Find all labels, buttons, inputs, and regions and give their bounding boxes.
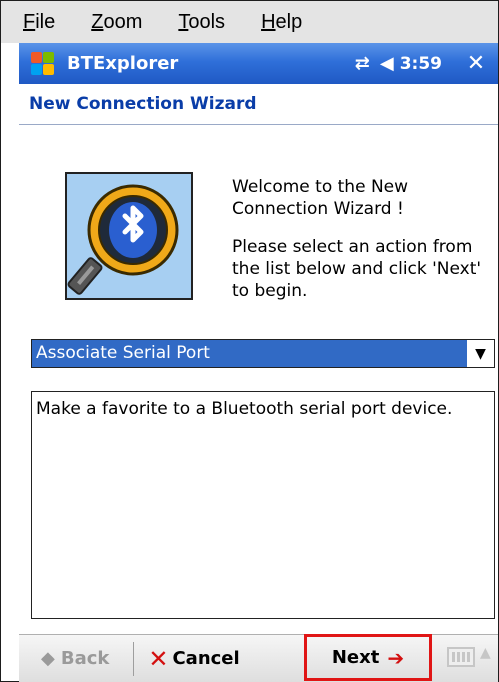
wizard-header: New Connection Wizard — [19, 84, 498, 125]
cancel-label: Cancel — [172, 648, 240, 669]
menu-file[interactable]: File — [17, 9, 61, 36]
volume-icon[interactable]: ◀ — [380, 53, 394, 74]
dropdown-selected-value[interactable]: Associate Serial Port — [32, 340, 467, 367]
bottom-toolbar: ◆ Back ✕ Cancel Next ➔ ▲ — [19, 634, 498, 682]
menu-help[interactable]: Help — [255, 9, 308, 36]
clock[interactable]: 3:59 — [400, 54, 442, 74]
wizard-content: New Connection Wizard Welcome to the New… — [19, 84, 498, 634]
instructions-text: Please select an action from the list be… — [232, 237, 482, 301]
arrow-right-icon: ➔ — [387, 645, 405, 670]
connectivity-icon[interactable]: ⇄ — [355, 53, 370, 74]
next-label: Next — [331, 647, 380, 668]
x-icon: ✕ — [148, 644, 169, 673]
emulator-menubar: File Zoom Tools Help — [1, 1, 498, 43]
arrow-left-icon: ◆ — [41, 648, 55, 669]
menu-tools[interactable]: Tools — [172, 9, 231, 36]
chevron-up-icon[interactable]: ▲ — [480, 645, 491, 661]
keyboard-icon[interactable] — [447, 647, 475, 667]
status-area: ⇄ ◀ 3:59 ✕ — [355, 50, 498, 78]
close-button[interactable]: ✕ — [462, 50, 490, 78]
description-box: Make a favorite to a Bluetooth serial po… — [31, 391, 495, 619]
chevron-down-icon[interactable]: ▼ — [467, 340, 494, 367]
next-button[interactable]: Next ➔ — [304, 634, 432, 681]
device-screen: File Zoom Tools Help BTExplorer ⇄ ◀ 3:59… — [0, 0, 499, 682]
back-label: Back — [60, 648, 110, 669]
menu-zoom[interactable]: Zoom — [85, 9, 148, 36]
bluetooth-magnifier-icon — [65, 172, 193, 300]
action-dropdown[interactable]: Associate Serial Port ▼ — [31, 339, 495, 368]
back-button[interactable]: ◆ Back — [41, 639, 109, 679]
app-title: BTExplorer — [67, 53, 179, 74]
title-bar: BTExplorer ⇄ ◀ 3:59 ✕ — [19, 43, 498, 84]
windows-flag-icon[interactable] — [27, 50, 57, 78]
cancel-button[interactable]: ✕ Cancel — [148, 639, 239, 679]
page-title: New Connection Wizard — [29, 94, 257, 114]
toolbar-divider — [133, 641, 135, 676]
welcome-text: Welcome to the New Connection Wizard ! — [232, 177, 409, 219]
